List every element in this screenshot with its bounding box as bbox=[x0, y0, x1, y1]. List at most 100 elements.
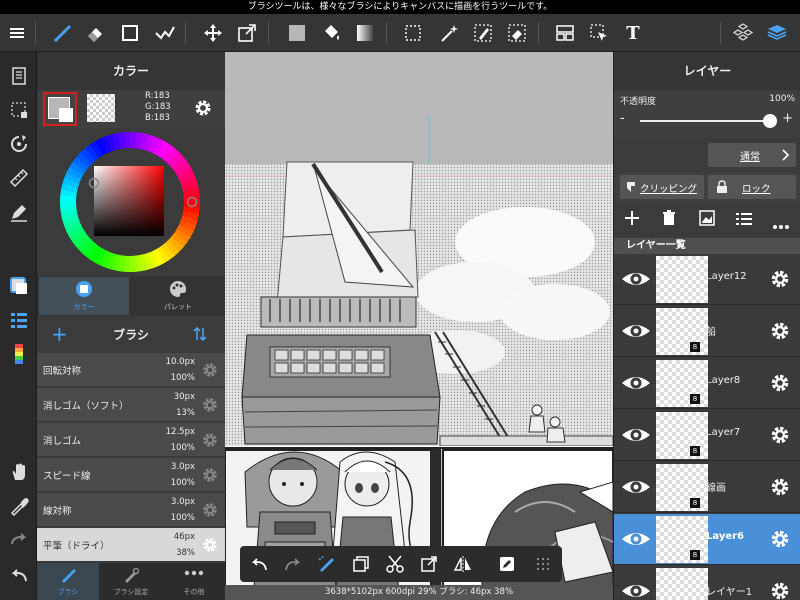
brush-item[interactable]: 回転対称 10.0px 100% bbox=[37, 353, 225, 387]
magic-select-icon[interactable] bbox=[150, 14, 180, 52]
canvas-area[interactable] bbox=[225, 52, 613, 600]
layer-image-icon[interactable] bbox=[699, 210, 715, 230]
brush-gear-icon[interactable] bbox=[201, 361, 219, 383]
layer-settings-gear-icon[interactable] bbox=[769, 372, 791, 398]
transform-icon[interactable] bbox=[232, 14, 262, 52]
tab-palette[interactable]: パレット bbox=[133, 277, 223, 315]
sort-brush-icon[interactable] bbox=[193, 326, 207, 346]
material-icon[interactable] bbox=[728, 14, 758, 52]
brush-gear-icon[interactable] bbox=[201, 501, 219, 523]
edit-icon[interactable] bbox=[490, 546, 524, 582]
layer-settings-gear-icon[interactable] bbox=[769, 268, 791, 294]
opacity-plus-button[interactable]: + bbox=[782, 111, 793, 126]
blend-mode-select[interactable]: 通常 bbox=[708, 143, 796, 167]
layer-row[interactable]: 8船 bbox=[614, 306, 800, 357]
menu-icon[interactable] bbox=[2, 14, 32, 52]
magic-wand-icon[interactable] bbox=[434, 14, 464, 52]
layer-list-icon[interactable] bbox=[736, 211, 752, 230]
redo-icon[interactable] bbox=[276, 546, 310, 582]
copy-icon[interactable] bbox=[344, 546, 378, 582]
bucket-icon[interactable] bbox=[316, 14, 346, 52]
transform-float-icon[interactable] bbox=[412, 546, 446, 582]
tab-other[interactable]: その他 bbox=[163, 563, 225, 600]
grid-dots-icon[interactable] bbox=[526, 546, 560, 582]
tab-color[interactable]: カラー bbox=[39, 277, 129, 315]
ruler-icon[interactable] bbox=[4, 164, 33, 192]
layer-name: Layer7 bbox=[706, 427, 741, 438]
eye-icon[interactable] bbox=[618, 266, 654, 292]
color-tabs: カラー パレット bbox=[37, 276, 225, 316]
brush-item[interactable]: 消しゴム 12.5px 100% bbox=[37, 423, 225, 457]
panel-layout-icon[interactable] bbox=[550, 14, 580, 52]
lock-button[interactable]: ロック bbox=[708, 175, 796, 199]
layer-more-icon[interactable] bbox=[772, 215, 790, 234]
main-color-swatch[interactable] bbox=[43, 92, 77, 126]
eye-icon[interactable] bbox=[618, 526, 654, 552]
undo-icon[interactable] bbox=[242, 546, 276, 582]
layer-settings-gear-icon[interactable] bbox=[769, 320, 791, 346]
color-palette-bar-icon[interactable] bbox=[4, 340, 33, 368]
add-layer-icon[interactable] bbox=[624, 210, 640, 230]
gradient-icon[interactable] bbox=[350, 14, 380, 52]
eye-icon[interactable] bbox=[618, 318, 654, 344]
opacity-slider[interactable] bbox=[640, 120, 770, 122]
delete-layer-icon[interactable] bbox=[662, 210, 676, 230]
select-eraser-icon[interactable] bbox=[502, 14, 532, 52]
select-pen-icon[interactable] bbox=[468, 14, 498, 52]
tab-brush-settings[interactable]: ブラシ設定 bbox=[100, 563, 162, 600]
layer-row[interactable]: 8 Layer6 bbox=[614, 514, 800, 565]
move-icon[interactable] bbox=[198, 14, 228, 52]
brush-item[interactable]: 線対称 3.0px 100% bbox=[37, 493, 225, 527]
layer-settings-gear-icon[interactable] bbox=[769, 580, 791, 600]
color-wheel[interactable] bbox=[59, 131, 201, 273]
layer-row[interactable]: 8 線画 bbox=[614, 462, 800, 513]
brush-gear-icon[interactable] bbox=[201, 431, 219, 453]
transparent-color-swatch[interactable] bbox=[87, 94, 115, 122]
layer-settings-gear-icon[interactable] bbox=[769, 528, 791, 554]
hand-icon[interactable] bbox=[4, 458, 33, 486]
comic-canvas-artwork[interactable] bbox=[225, 52, 613, 600]
selection-icon[interactable] bbox=[398, 14, 428, 52]
correction-pen-icon[interactable] bbox=[4, 198, 33, 226]
layer-row[interactable]: 8 Layer7 bbox=[614, 410, 800, 461]
eyedropper-icon[interactable] bbox=[4, 492, 33, 520]
eye-icon[interactable] bbox=[618, 370, 654, 396]
eraser-icon[interactable] bbox=[80, 14, 110, 52]
brush-item[interactable]: 消しゴム（ソフト） 30px 13% bbox=[37, 388, 225, 422]
brush-icon[interactable] bbox=[46, 14, 76, 52]
layer-row[interactable]: Layer12 bbox=[614, 254, 800, 305]
brush-gear-icon[interactable] bbox=[201, 466, 219, 488]
smoothing-brush-icon[interactable] bbox=[310, 546, 344, 582]
color-settings-gear-icon[interactable] bbox=[193, 98, 213, 122]
eye-icon[interactable] bbox=[618, 422, 654, 448]
redo-side-icon[interactable] bbox=[4, 526, 33, 554]
tab-brush[interactable]: ブラシ bbox=[37, 563, 99, 600]
layer-settings-gear-icon[interactable] bbox=[769, 424, 791, 450]
clipping-button[interactable]: クリッピング bbox=[620, 175, 704, 199]
add-brush-button[interactable]: + bbox=[51, 322, 68, 346]
select-layer-icon[interactable] bbox=[4, 96, 33, 124]
brush-list-icon[interactable] bbox=[4, 306, 33, 334]
page-manager-icon[interactable] bbox=[4, 62, 33, 90]
layer-row[interactable]: レイヤー1 bbox=[614, 566, 800, 600]
undo-side-icon[interactable] bbox=[4, 562, 33, 590]
fill-color-icon[interactable] bbox=[282, 14, 312, 52]
text-select-icon[interactable] bbox=[584, 14, 614, 52]
text-icon[interactable]: T bbox=[618, 14, 648, 52]
eye-icon[interactable] bbox=[618, 578, 654, 600]
opacity-minus-button[interactable]: - bbox=[620, 111, 625, 126]
brush-gear-icon[interactable] bbox=[201, 536, 219, 558]
layers-icon[interactable] bbox=[762, 14, 792, 52]
opacity-slider-knob[interactable] bbox=[763, 114, 777, 128]
brush-item[interactable]: スピード線 3.0px 100% bbox=[37, 458, 225, 492]
rectangle-icon[interactable] bbox=[115, 14, 145, 52]
flip-horizontal-icon[interactable] bbox=[446, 546, 480, 582]
layer-settings-gear-icon[interactable] bbox=[769, 476, 791, 502]
rotate-icon[interactable] bbox=[4, 130, 33, 158]
cut-icon[interactable] bbox=[378, 546, 412, 582]
brush-item[interactable]: 平筆（ドライ） 46px 38% bbox=[37, 528, 225, 562]
layer-row[interactable]: 8 Layer8 bbox=[614, 358, 800, 409]
color-picker-panel-icon[interactable] bbox=[4, 272, 33, 300]
brush-gear-icon[interactable] bbox=[201, 396, 219, 418]
eye-icon[interactable] bbox=[618, 474, 654, 500]
